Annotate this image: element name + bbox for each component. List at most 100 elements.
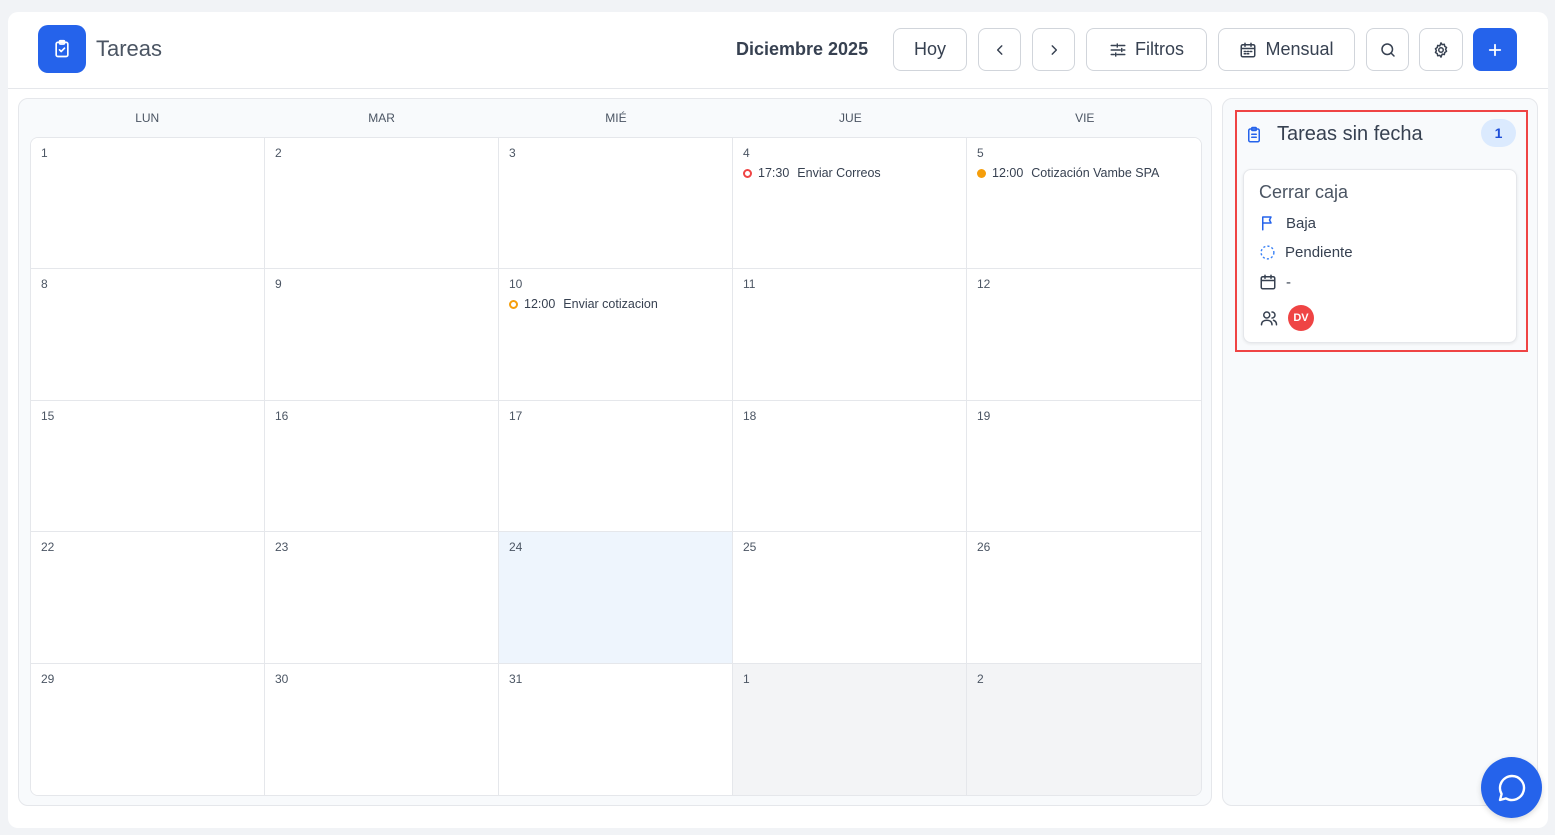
day-number: 31 xyxy=(509,671,523,686)
weekday-label: JUE xyxy=(839,111,862,125)
weekday-label: LUN xyxy=(135,111,160,125)
current-month-label: Diciembre 2025 xyxy=(736,39,869,59)
panel-title: Tareas sin fecha xyxy=(1277,123,1423,145)
day-cell[interactable]: 2 xyxy=(967,663,1201,795)
calendar-event[interactable]: 12:00 Enviar cotizacion xyxy=(509,297,722,311)
day-number: 17 xyxy=(509,408,523,423)
search-icon xyxy=(1380,42,1395,57)
app-window: Tareas Diciembre 2025 Hoy Filtros Mensua… xyxy=(8,12,1548,828)
calendar-event[interactable]: 12:00 Cotización Vambe SPA xyxy=(977,166,1191,180)
today-button[interactable]: Hoy xyxy=(893,28,967,71)
header: Tareas Diciembre 2025 Hoy Filtros Mensua… xyxy=(8,12,1548,89)
event-time: 12:00 xyxy=(524,297,556,312)
day-number: 11 xyxy=(743,277,756,292)
users-icon xyxy=(1260,311,1278,326)
calendar-grid: 1 2 3 4 17:30 Enviar Correos 5 12:00 Cotización … xyxy=(30,137,1202,796)
day-cell[interactable]: 4 17:30 Enviar Correos xyxy=(733,138,967,270)
day-cell[interactable]: 19 xyxy=(967,400,1201,533)
add-task-button[interactable] xyxy=(1473,28,1517,71)
chat-bubble-icon xyxy=(1498,774,1525,801)
day-cell[interactable]: 11 xyxy=(733,269,967,401)
day-number: 26 xyxy=(977,540,991,555)
weekday-label: MIÉ xyxy=(605,111,627,125)
day-cell[interactable]: 16 xyxy=(265,400,499,533)
task-assignees: DV xyxy=(1259,305,1314,331)
day-number: 30 xyxy=(275,671,289,686)
event-status-icon xyxy=(977,168,986,178)
day-cell[interactable]: 1 xyxy=(31,138,265,270)
event-time: 17:30 xyxy=(758,166,790,180)
day-number: 2 xyxy=(977,671,984,686)
weekday-label: MAR xyxy=(368,111,395,125)
day-number: 25 xyxy=(743,540,757,555)
day-cell[interactable]: 2 xyxy=(265,138,499,270)
day-cell[interactable]: 5 12:00 Cotización Vambe SPA xyxy=(967,138,1201,270)
day-cell[interactable]: 1 xyxy=(733,663,967,795)
day-cell[interactable]: 15 xyxy=(31,400,265,533)
calendar-icon xyxy=(1260,274,1276,290)
task-priority: Baja xyxy=(1259,214,1316,232)
settings-button[interactable] xyxy=(1419,28,1463,71)
day-number: 19 xyxy=(977,408,991,423)
day-cell[interactable]: 29 xyxy=(31,663,265,795)
task-count-badge: 1 xyxy=(1481,119,1516,147)
clipboard-list-icon xyxy=(1248,126,1260,143)
task-priority-label: Baja xyxy=(1286,214,1317,232)
next-month-button[interactable] xyxy=(1032,28,1075,71)
view-mode-button[interactable]: Mensual xyxy=(1218,28,1355,71)
task-title: Cerrar caja xyxy=(1259,182,1349,202)
chat-button[interactable] xyxy=(1481,757,1542,818)
day-number: 18 xyxy=(743,408,757,423)
avatar[interactable]: DV xyxy=(1288,305,1314,331)
day-cell[interactable]: 8 xyxy=(31,269,265,401)
day-number: 4 xyxy=(743,146,750,160)
day-number: 24 xyxy=(509,540,523,555)
search-button[interactable] xyxy=(1366,28,1409,71)
app-logo xyxy=(38,25,86,73)
chevron-right-icon xyxy=(1051,44,1057,55)
day-cell[interactable]: 26 xyxy=(967,532,1201,664)
calendar-event[interactable]: 17:30 Enviar Correos xyxy=(743,166,956,180)
day-number: 12 xyxy=(977,277,991,292)
chevron-left-icon xyxy=(996,44,1002,55)
event-title: Cotización Vambe SPA xyxy=(1031,166,1160,180)
day-cell[interactable]: 10 12:00 Enviar cotizacion xyxy=(499,269,733,401)
month-calendar: LUN MAR MIÉ JUE VIE 1 2 3 4 17:30 Enviar Corr… xyxy=(18,98,1212,806)
calendar-icon xyxy=(1240,42,1256,57)
event-status-icon xyxy=(743,168,752,178)
weekday-header: LUN MAR MIÉ JUE VIE xyxy=(30,99,1202,137)
day-cell[interactable]: 24 xyxy=(499,532,733,664)
sliders-icon xyxy=(1110,42,1126,57)
day-number: 3 xyxy=(509,146,516,160)
weekday-label: VIE xyxy=(1075,111,1095,125)
day-cell[interactable]: 18 xyxy=(733,400,967,533)
day-number: 15 xyxy=(41,408,55,423)
event-title: Enviar Correos xyxy=(797,166,881,180)
today-button-label: Hoy xyxy=(913,39,946,59)
task-status-label: Pendiente xyxy=(1285,244,1353,261)
day-cell[interactable]: 12 xyxy=(967,269,1201,401)
view-mode-label: Mensual xyxy=(1265,39,1334,59)
gear-icon xyxy=(1434,41,1448,58)
filters-button[interactable]: Filtros xyxy=(1086,28,1207,71)
day-cell[interactable]: 30 xyxy=(265,663,499,795)
day-cell[interactable]: 9 xyxy=(265,269,499,401)
event-title: Enviar cotizacion xyxy=(563,297,658,312)
day-cell[interactable]: 17 xyxy=(499,400,733,533)
day-number: 1 xyxy=(41,146,48,160)
day-cell[interactable]: 3 xyxy=(499,138,733,270)
day-cell[interactable]: 25 xyxy=(733,532,967,664)
event-status-icon xyxy=(509,299,518,309)
plus-icon xyxy=(1488,43,1502,56)
day-number: 2 xyxy=(275,146,282,160)
day-number: 29 xyxy=(41,671,55,686)
dashed-circle-icon xyxy=(1260,245,1275,260)
previous-month-button[interactable] xyxy=(978,28,1021,71)
day-cell[interactable]: 31 xyxy=(499,663,733,795)
day-cell[interactable]: 22 xyxy=(31,532,265,664)
flag-icon xyxy=(1262,216,1272,231)
task-status: Pendiente xyxy=(1259,244,1353,261)
task-card[interactable]: Cerrar caja Baja Pendiente - DV xyxy=(1243,169,1517,343)
day-cell[interactable]: 23 xyxy=(265,532,499,664)
day-number: 10 xyxy=(509,277,523,292)
